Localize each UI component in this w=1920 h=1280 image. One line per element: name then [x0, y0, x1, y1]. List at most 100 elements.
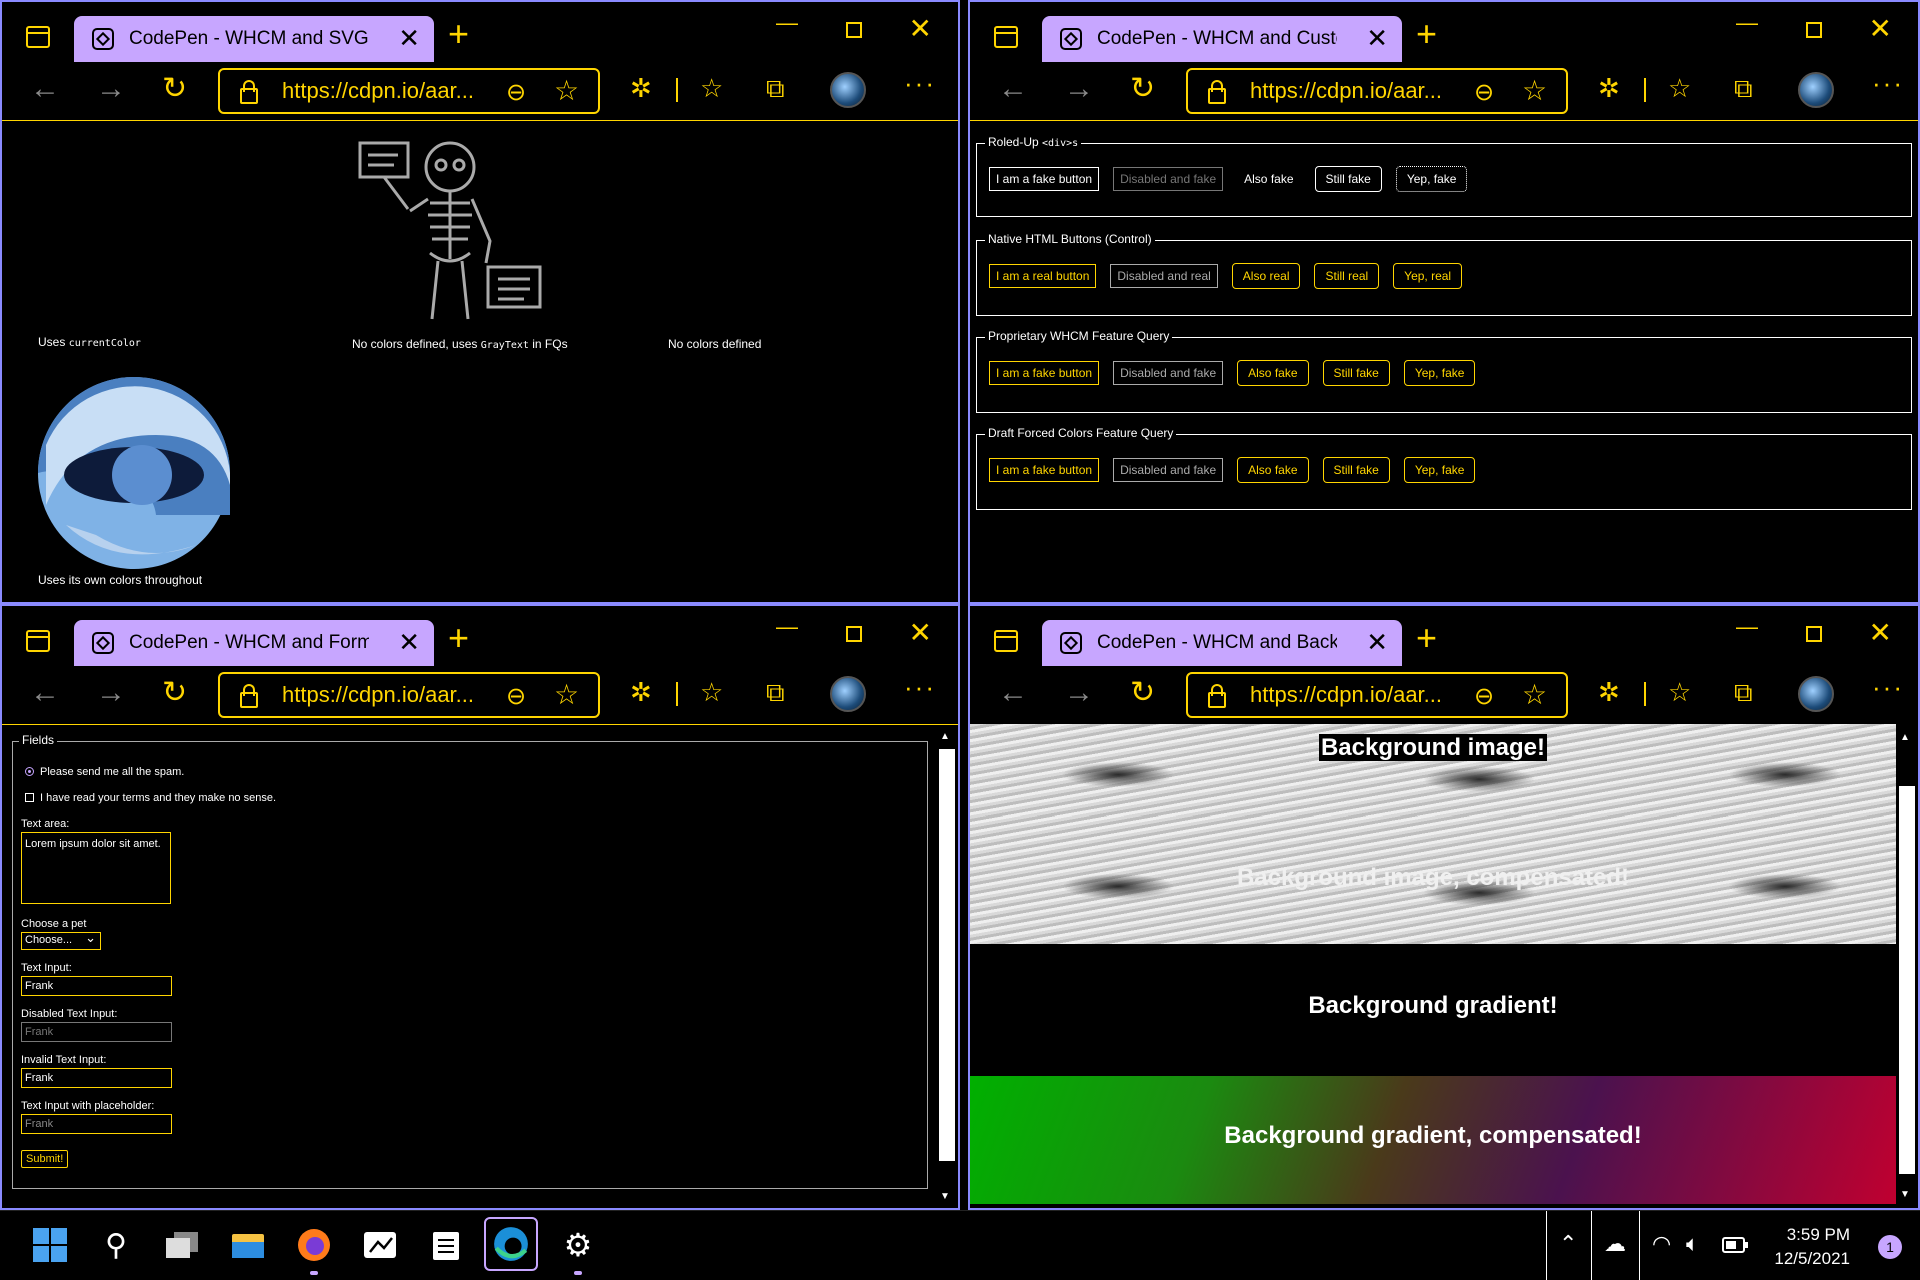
battery-icon[interactable] — [1722, 1233, 1748, 1259]
close-tab-button[interactable]: ✕ — [1366, 628, 1388, 656]
task-view-icon[interactable] — [160, 1223, 204, 1267]
zoom-icon[interactable]: ⊖ — [506, 682, 526, 711]
forward-icon[interactable]: → — [1064, 72, 1094, 106]
address-bar[interactable]: https://cdpn.io/aar... ⊖ ☆ — [218, 672, 600, 718]
new-tab-button[interactable]: + — [448, 620, 469, 656]
add-favorite-icon[interactable]: ☆ — [554, 678, 579, 711]
scroll-down-icon[interactable]: ▼ — [1900, 1189, 1910, 1200]
fake-button[interactable]: Yep, fake — [1395, 166, 1468, 192]
more-options-icon[interactable]: ··· — [1872, 68, 1904, 99]
close-tab-button[interactable]: ✕ — [1366, 24, 1388, 52]
new-tab-button[interactable]: + — [1416, 16, 1437, 52]
close-tab-button[interactable]: ✕ — [398, 24, 420, 52]
reload-icon[interactable]: ↻ — [162, 676, 187, 710]
address-bar[interactable]: https://cdpn.io/aar... ⊖ ☆ — [1186, 68, 1568, 114]
radio-button[interactable] — [25, 767, 34, 776]
back-icon[interactable]: ← — [998, 72, 1028, 106]
extensions-icon[interactable]: ✲ — [1598, 678, 1620, 706]
browser-tab[interactable]: CodePen - WHCM and Form Cor ✕ — [74, 620, 434, 666]
scroll-up-icon[interactable]: ▲ — [940, 731, 950, 742]
fake-button[interactable]: Yep, fake — [1403, 457, 1476, 483]
fake-button[interactable]: I am a fake button — [989, 458, 1100, 482]
favorites-icon[interactable]: ☆ — [1668, 74, 1691, 102]
placeholder-text-input[interactable]: Frank — [21, 1114, 172, 1134]
reload-icon[interactable]: ↻ — [162, 72, 187, 106]
maximize-button[interactable] — [1806, 22, 1822, 38]
file-explorer-icon[interactable] — [226, 1223, 270, 1267]
pet-select[interactable]: Choose... ⌄ — [21, 930, 101, 950]
maximize-button[interactable] — [846, 22, 862, 38]
reload-icon[interactable]: ↻ — [1130, 72, 1155, 106]
favorites-icon[interactable]: ☆ — [1668, 678, 1691, 706]
real-button[interactable]: Yep, real — [1393, 263, 1463, 289]
zoom-icon[interactable]: ⊖ — [506, 78, 526, 107]
profile-avatar[interactable] — [830, 72, 866, 108]
radio-option[interactable]: Please send me all the spam. — [25, 766, 184, 778]
maximize-button[interactable] — [1806, 626, 1822, 642]
fake-button[interactable]: I am a fake button — [989, 167, 1100, 191]
add-favorite-icon[interactable]: ☆ — [1522, 74, 1547, 107]
zoom-icon[interactable]: ⊖ — [1474, 78, 1494, 107]
start-button[interactable] — [28, 1223, 72, 1267]
collections-icon[interactable]: ⧉ — [766, 74, 785, 102]
scroll-thumb[interactable] — [1899, 786, 1915, 1174]
reload-icon[interactable]: ↻ — [1130, 676, 1155, 710]
profile-avatar[interactable] — [1798, 72, 1834, 108]
firefox-icon[interactable] — [292, 1223, 336, 1275]
extensions-icon[interactable]: ✲ — [630, 74, 652, 102]
submit-button[interactable]: Submit! — [21, 1150, 69, 1168]
back-icon[interactable]: ← — [30, 676, 60, 710]
profile-avatar[interactable] — [830, 676, 866, 712]
more-options-icon[interactable]: ··· — [1872, 672, 1904, 703]
scroll-up-icon[interactable]: ▲ — [1900, 732, 1910, 743]
minimize-button[interactable]: — — [776, 614, 798, 640]
add-favorite-icon[interactable]: ☆ — [1522, 678, 1547, 711]
collections-icon[interactable]: ⧉ — [1734, 678, 1753, 706]
text-area[interactable]: Lorem ipsum dolor sit amet. — [21, 832, 171, 904]
maximize-button[interactable] — [846, 626, 862, 642]
scroll-thumb[interactable] — [939, 749, 955, 1161]
browser-tab[interactable]: CodePen - WHCM and Backgrou ✕ — [1042, 620, 1402, 666]
notepad-icon[interactable] — [424, 1223, 468, 1267]
tab-actions-icon[interactable] — [994, 26, 1018, 48]
fake-button[interactable]: Yep, fake — [1403, 360, 1476, 386]
add-favorite-icon[interactable]: ☆ — [554, 74, 579, 107]
fake-button[interactable]: Also fake — [1237, 360, 1309, 386]
minimize-button[interactable]: — — [776, 10, 798, 36]
more-options-icon[interactable]: ··· — [904, 672, 936, 703]
wifi-icon[interactable]: ◠ — [1652, 1231, 1671, 1257]
notification-badge[interactable]: 1 — [1878, 1235, 1902, 1259]
new-tab-button[interactable]: + — [1416, 620, 1437, 656]
zoom-icon[interactable]: ⊖ — [1474, 682, 1494, 711]
volume-icon[interactable]: 🔈︎ — [1686, 1231, 1699, 1257]
whiteboard-icon[interactable] — [358, 1223, 402, 1267]
fake-button[interactable]: Also fake — [1237, 167, 1301, 191]
back-icon[interactable]: ← — [998, 676, 1028, 710]
back-icon[interactable]: ← — [30, 72, 60, 106]
real-button[interactable]: I am a real button — [989, 264, 1097, 288]
settings-gear-icon[interactable]: ⚙ — [556, 1223, 600, 1275]
fake-button[interactable]: I am a fake button — [989, 361, 1100, 385]
close-window-button[interactable]: ✕ — [909, 12, 932, 45]
address-bar[interactable]: https://cdpn.io/aar... ⊖ ☆ — [218, 68, 600, 114]
checkbox-option[interactable]: I have read your terms and they make no … — [25, 792, 276, 804]
extensions-icon[interactable]: ✲ — [630, 678, 652, 706]
checkbox[interactable] — [25, 793, 34, 802]
forward-icon[interactable]: → — [1064, 676, 1094, 710]
profile-avatar[interactable] — [1798, 676, 1834, 712]
tab-actions-icon[interactable] — [994, 630, 1018, 652]
onedrive-button[interactable]: ☁ — [1594, 1211, 1640, 1280]
search-icon[interactable]: ⚲ — [94, 1223, 138, 1267]
real-button[interactable]: Also real — [1231, 263, 1301, 289]
browser-tab[interactable]: CodePen - WHCM and SVGs ✕ — [74, 16, 434, 62]
tab-actions-icon[interactable] — [26, 26, 50, 48]
favorites-icon[interactable]: ☆ — [700, 74, 723, 102]
clock[interactable]: 3:59 PM 12/5/2021 — [1774, 1223, 1850, 1271]
fake-button[interactable]: Still fake — [1322, 360, 1390, 386]
minimize-button[interactable]: — — [1736, 614, 1758, 640]
fake-button[interactable]: Still fake — [1322, 457, 1390, 483]
tab-actions-icon[interactable] — [26, 630, 50, 652]
invalid-text-input[interactable]: Frank — [21, 1068, 172, 1088]
fake-button[interactable]: Also fake — [1237, 457, 1309, 483]
close-window-button[interactable]: ✕ — [909, 616, 932, 649]
